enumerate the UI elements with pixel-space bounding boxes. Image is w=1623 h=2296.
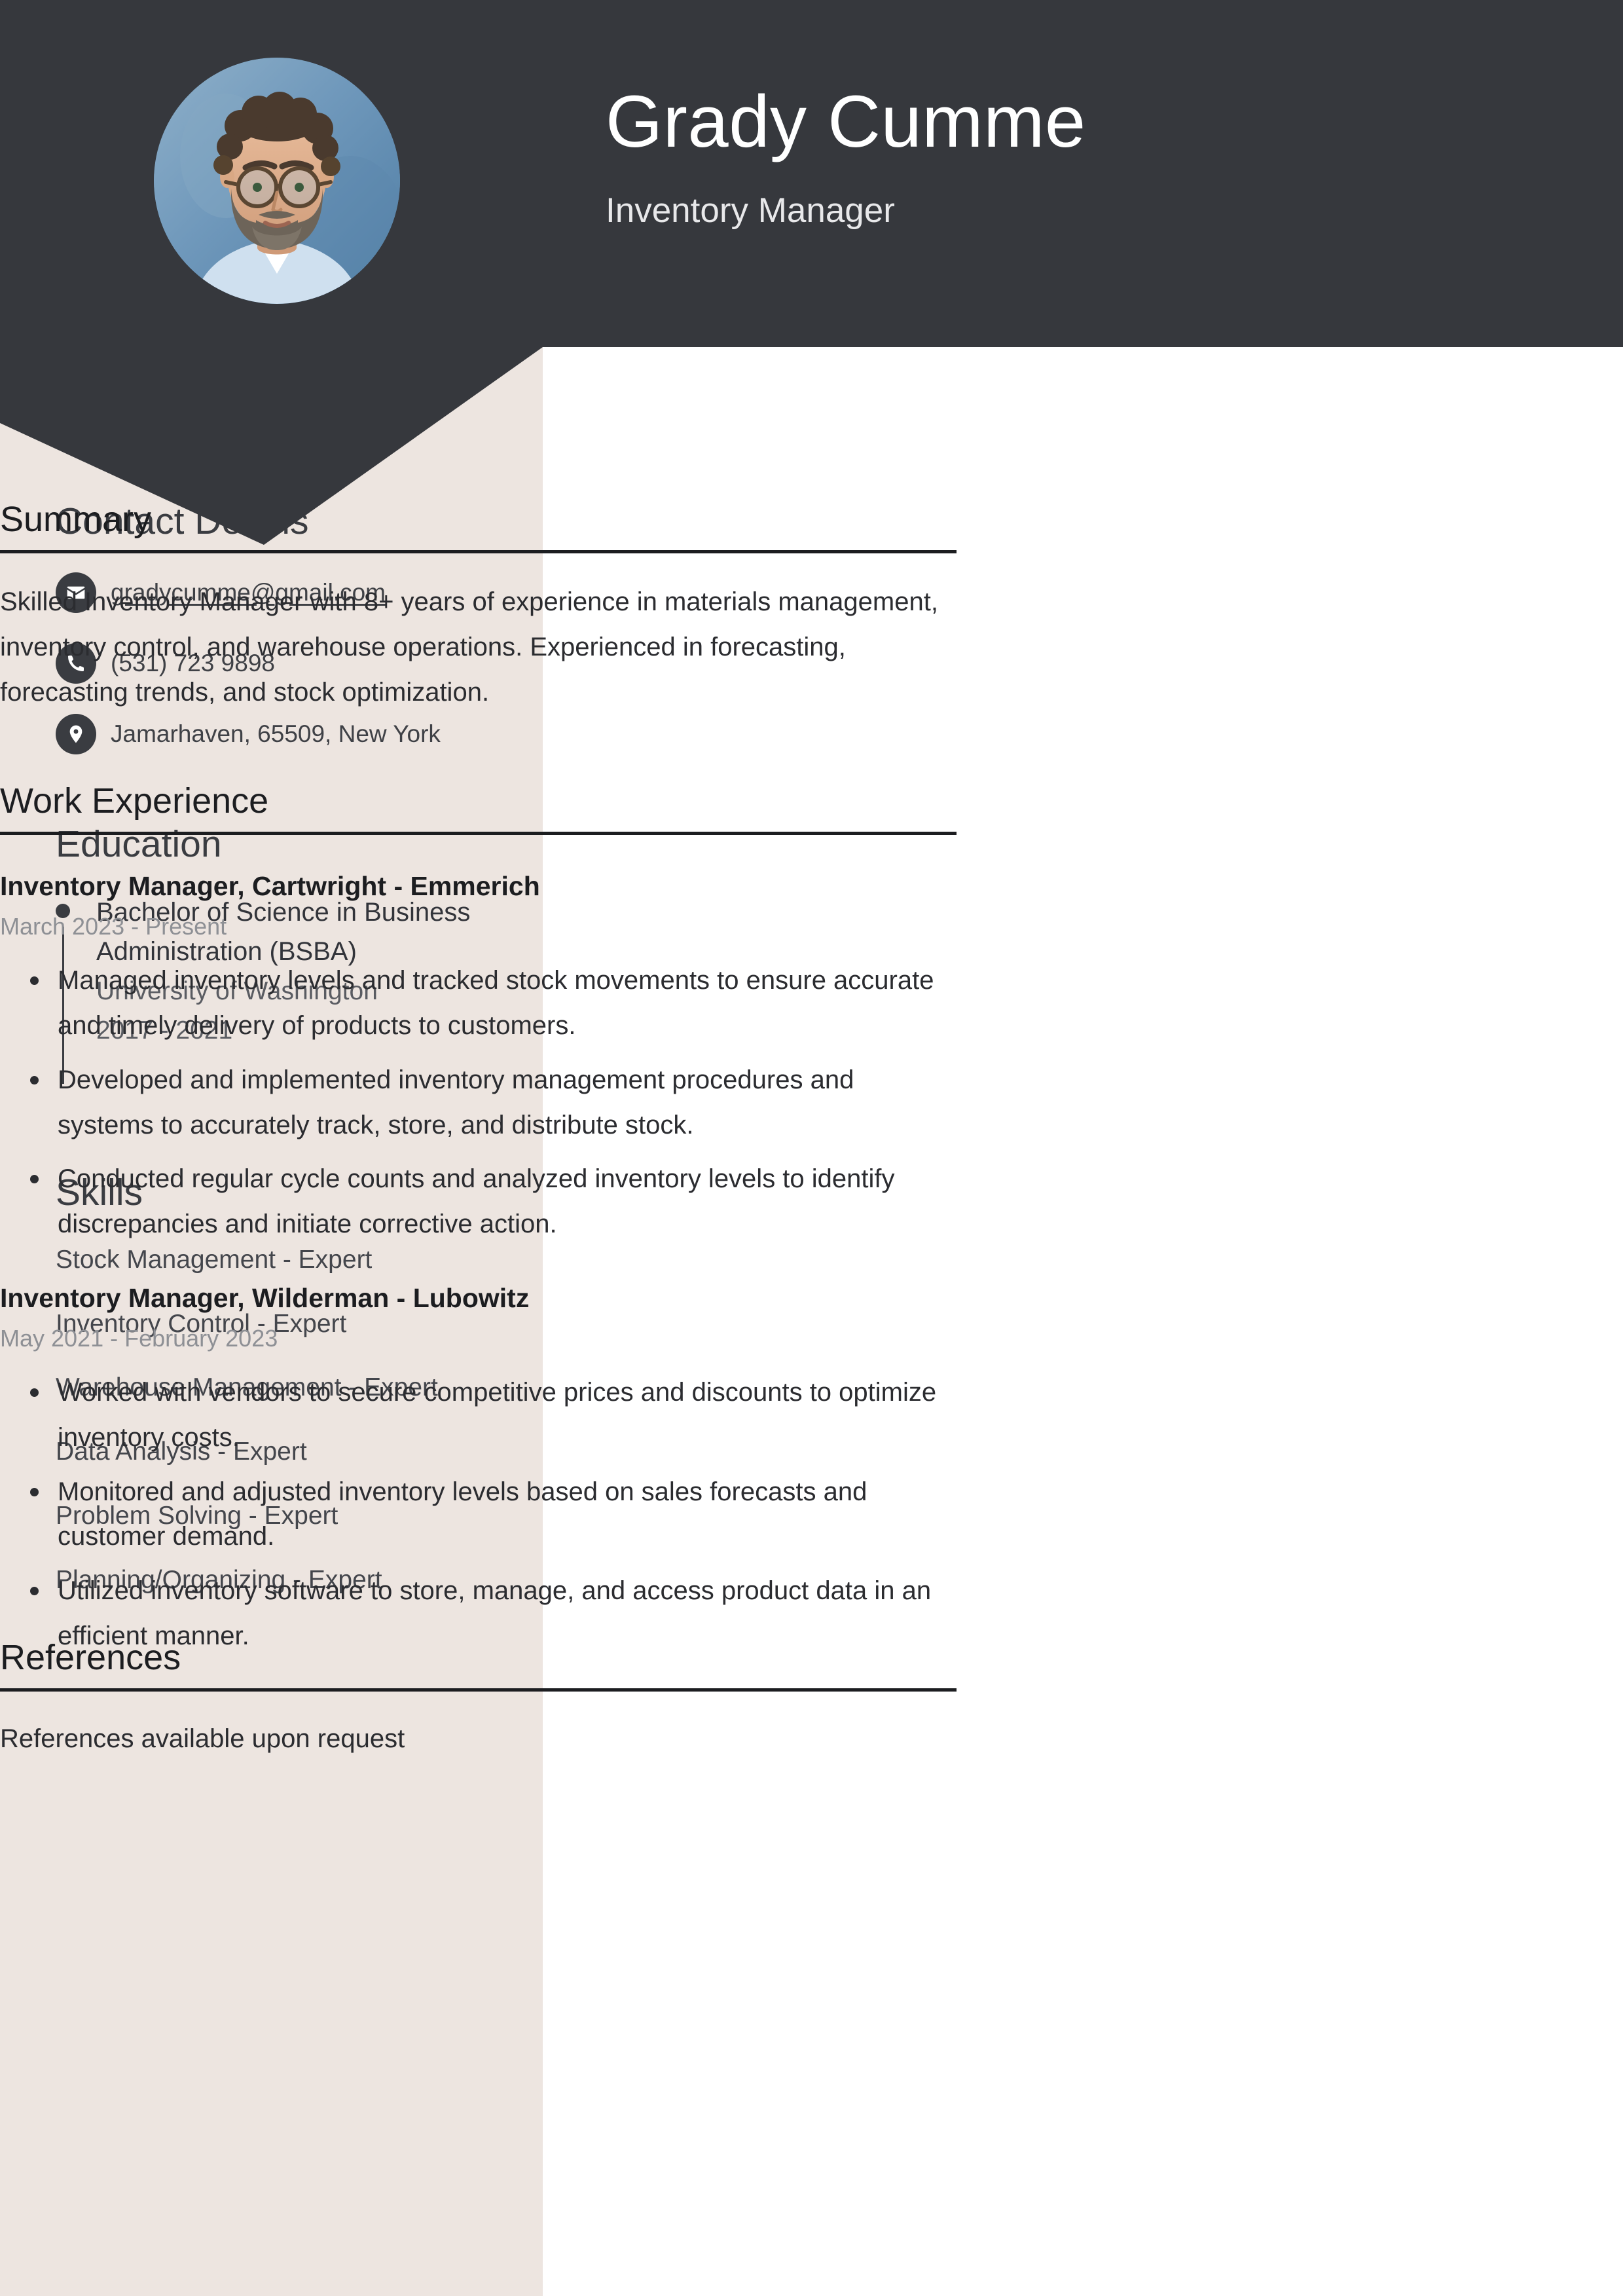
summary-heading: Summary (0, 499, 957, 554)
resume-page: Grady Cumme Inventory Manager Contact De… (0, 0, 1623, 2296)
references-heading: References (0, 1637, 957, 1692)
header-text-group: Grady Cumme Inventory Manager (606, 79, 1086, 232)
references-section: References References available upon req… (0, 1637, 957, 1761)
header-job-title: Inventory Manager (606, 191, 895, 231)
job-dates: May 2021 - February 2023 (0, 1325, 278, 1352)
job-entry: Inventory Manager, Cartwright - Emmerich… (0, 869, 957, 1247)
page-title: Grady Cumme (606, 81, 1086, 162)
job-bullet: Developed and implemented inventory mana… (0, 1058, 957, 1148)
job-title: Inventory Manager, Cartwright - Emmerich (0, 871, 540, 902)
job-bullet-list: Managed inventory levels and tracked sto… (0, 958, 957, 1247)
job-title: Inventory Manager, Wilderman - Lubowitz (0, 1282, 530, 1313)
job-dates: March 2023 - Present (0, 913, 227, 940)
summary-section: Summary Skilled Inventory Manager with 8… (0, 499, 957, 714)
job-bullet: Managed inventory levels and tracked sto… (0, 958, 957, 1048)
references-text: References available upon request (0, 1724, 405, 1754)
job-bullet: Worked with vendors to secure competitiv… (0, 1370, 957, 1460)
job-bullet: Monitored and adjusted inventory levels … (0, 1470, 957, 1560)
summary-text: Skilled Inventory Manager with 8+ years … (0, 587, 938, 707)
work-experience-heading: Work Experience (0, 781, 957, 836)
job-bullet-list: Worked with vendors to secure competitiv… (0, 1370, 957, 1659)
job-entry: Inventory Manager, Wilderman - Lubowitz … (0, 1281, 957, 1659)
map-pin-icon (56, 713, 96, 754)
job-bullet: Conducted regular cycle counts and analy… (0, 1157, 957, 1247)
avatar (154, 58, 400, 304)
contact-row-address[interactable]: Jamarhaven, 65509, New York (56, 713, 514, 754)
work-experience-section: Work Experience Inventory Manager, Cartw… (0, 781, 957, 1659)
contact-address-value[interactable]: Jamarhaven, 65509, New York (111, 719, 441, 749)
